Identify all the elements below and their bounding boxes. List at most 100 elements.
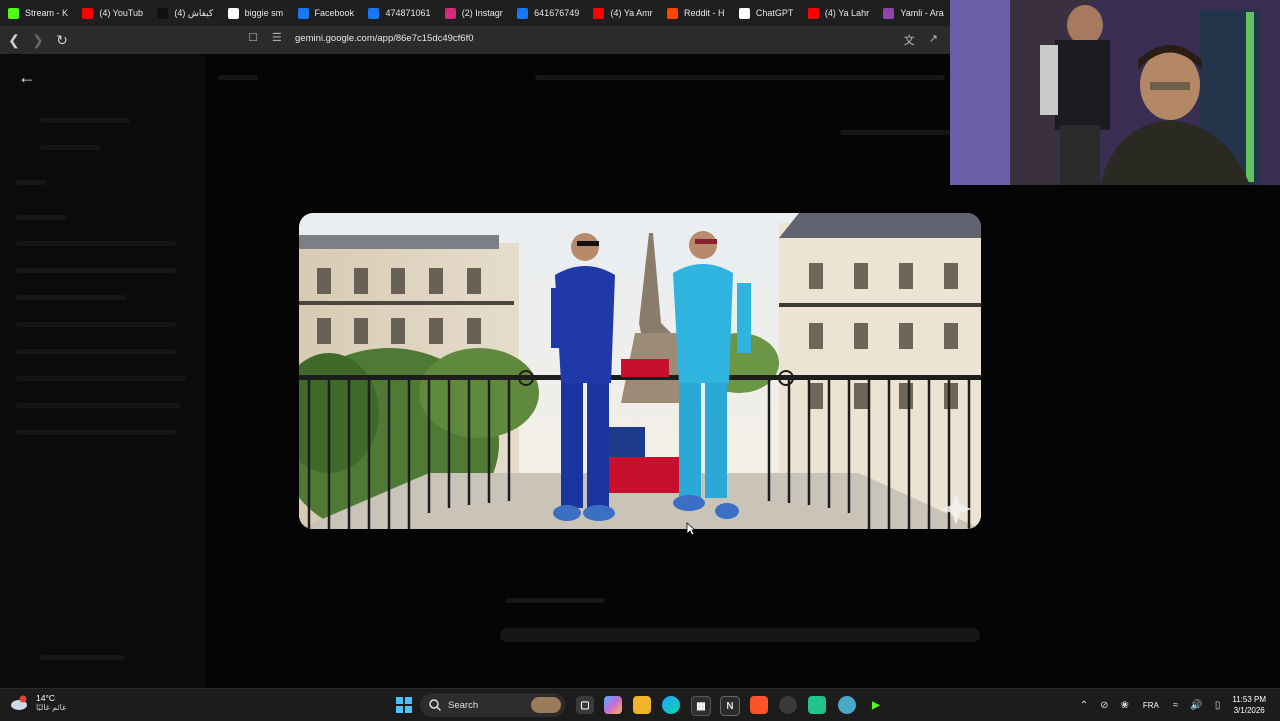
generated-image-viewer[interactable]: [299, 213, 981, 529]
bookmark-item[interactable]: 641676749: [509, 0, 585, 26]
chevron-up-icon[interactable]: ⌃: [1080, 700, 1088, 711]
dim-sidebar-line: [16, 215, 66, 220]
bookmark-label: Yamli - Ara: [900, 8, 944, 18]
youtube-icon: [593, 7, 605, 19]
facebook-icon: [297, 7, 309, 19]
instagram-icon: [444, 7, 456, 19]
dim-sidebar-line: [16, 268, 176, 273]
site-info-icon[interactable]: ☰: [272, 31, 282, 44]
bookmark-item[interactable]: biggie sm: [220, 0, 290, 26]
bookmark-item[interactable]: (4) Ya Amr: [585, 0, 659, 26]
bookmark-item[interactable]: كيفاش (4): [149, 0, 219, 26]
address-bar[interactable]: gemini.google.com/app/86e7c15dc49cf6f0: [295, 33, 474, 44]
back-icon[interactable]: ❮: [4, 30, 24, 50]
forward-icon[interactable]: ❯: [28, 30, 48, 50]
copilot-icon[interactable]: [604, 696, 622, 714]
dim-sidebar-line: [16, 241, 176, 246]
bookmark-label: Facebook: [314, 8, 355, 18]
language-indicator[interactable]: FRA: [1143, 701, 1159, 710]
bookmark-item[interactable]: Reddit - H: [659, 0, 731, 26]
store-icon[interactable]: ▦: [691, 696, 711, 716]
dim-sidebar-line: [16, 430, 176, 435]
dim-sidebar-line: [16, 295, 126, 300]
dim-sidebar-line: [16, 349, 176, 354]
tiktok-icon: [157, 7, 169, 19]
tray-app-icon[interactable]: ❀: [1120, 700, 1128, 711]
network-off-icon[interactable]: ⊘: [1100, 700, 1108, 711]
share-icon[interactable]: ↗: [929, 32, 938, 48]
webcam-overlay: [950, 0, 1280, 185]
dim-sidebar-line: [16, 403, 181, 408]
task-view-icon[interactable]: ▢: [576, 696, 594, 714]
sidebar: [0, 54, 205, 688]
yamli-icon: [883, 7, 895, 19]
clock-time: 11:53 PM: [1232, 695, 1266, 704]
dim-sidebar-line: [16, 376, 186, 381]
dim-header-line: [535, 75, 945, 80]
volume-icon[interactable]: 🔊: [1190, 700, 1202, 711]
weather-description: غائم غالبًا: [36, 703, 67, 712]
start-button[interactable]: [396, 697, 412, 713]
taskbar: 14°C غائم غالبًا Search ▢ ▦ N ▶ ⌃ ⊘ ❀ FR…: [0, 688, 1280, 721]
bookmark-label: ChatGPT: [755, 8, 794, 18]
weather-temperature: 14°C: [36, 693, 55, 703]
bookmark-label: كيفاش (4): [174, 7, 214, 18]
dim-sidebar-line: [40, 118, 130, 123]
google-icon: [227, 7, 239, 19]
browser-icon[interactable]: [838, 696, 856, 714]
bookmark-item[interactable]: Yamli - Ara: [875, 0, 950, 26]
cloud-weather-icon: [11, 695, 27, 710]
bookmark-label: Reddit - H: [684, 8, 725, 18]
bookmark-label: biggie sm: [244, 8, 284, 18]
wifi-icon[interactable]: ≈: [1173, 700, 1179, 711]
bookmark-item[interactable]: Stream - K: [0, 0, 74, 26]
bookmark-label: 474871061: [385, 8, 431, 18]
dim-sidebar-line: [16, 180, 46, 185]
navigation-bar: ❮ ❯ ↻ ☐ ☰ gemini.google.com/app/86e7c15d…: [0, 26, 950, 54]
notion-icon[interactable]: N: [720, 696, 740, 716]
bookmark-icon[interactable]: ☐: [248, 31, 258, 44]
youtube-icon: [807, 7, 819, 19]
generated-image: [299, 213, 981, 529]
taskbar-search[interactable]: Search: [420, 693, 565, 717]
bookmark-item[interactable]: Facebook: [290, 0, 361, 26]
bookmark-item[interactable]: (4) YouTub: [74, 0, 149, 26]
dim-sidebar-line: [40, 145, 100, 150]
reload-icon[interactable]: ↻: [52, 30, 72, 50]
translate-icon[interactable]: 文: [904, 32, 915, 48]
bookmark-item[interactable]: (4) Ya Lahr: [800, 0, 875, 26]
search-highlight-icon: [531, 697, 561, 713]
bookmark-item[interactable]: ChatGPT: [731, 0, 800, 26]
dim-chat-line: [840, 130, 950, 135]
bookmarks-bar: Stream - K (4) YouTub كيفاش (4) biggie sm Fa…: [0, 0, 950, 26]
bookmark-label: 641676749: [534, 8, 580, 18]
bookmark-label: (4) YouTub: [99, 8, 144, 18]
stream-app-icon[interactable]: ▶: [867, 696, 885, 714]
facebook-icon: [517, 7, 529, 19]
battery-icon[interactable]: ▯: [1215, 700, 1221, 711]
clock[interactable]: 11:53 PM 3/1/2026: [1232, 694, 1266, 716]
file-explorer-icon[interactable]: [633, 696, 651, 714]
brave-icon[interactable]: [750, 696, 768, 714]
app-icon[interactable]: [779, 696, 797, 714]
search-label: Search: [448, 699, 479, 711]
bookmark-label: Stream - K: [25, 8, 69, 18]
chat-app-icon[interactable]: [808, 696, 826, 714]
facebook-icon: [368, 7, 380, 19]
kick-icon: [8, 7, 19, 19]
weather-widget[interactable]: 14°C غائم غالبًا: [10, 693, 66, 713]
youtube-icon: [82, 7, 94, 19]
bookmark-item[interactable]: 474871061: [360, 0, 436, 26]
reddit-icon: [667, 7, 678, 19]
dim-header-line: [218, 75, 258, 80]
clock-date: 3/1/2026: [1233, 706, 1265, 715]
edge-icon[interactable]: [662, 696, 680, 714]
dim-chat-line: [505, 598, 605, 603]
dim-sidebar-line: [40, 655, 125, 660]
mouse-cursor-icon: [686, 522, 696, 536]
back-arrow-icon[interactable]: ←: [18, 68, 36, 86]
search-icon: [429, 699, 442, 712]
bookmark-label: (2) Instagr: [461, 8, 503, 18]
bookmark-item[interactable]: (2) Instagr: [437, 0, 509, 26]
bookmark-label: (4) Ya Lahr: [824, 8, 870, 18]
